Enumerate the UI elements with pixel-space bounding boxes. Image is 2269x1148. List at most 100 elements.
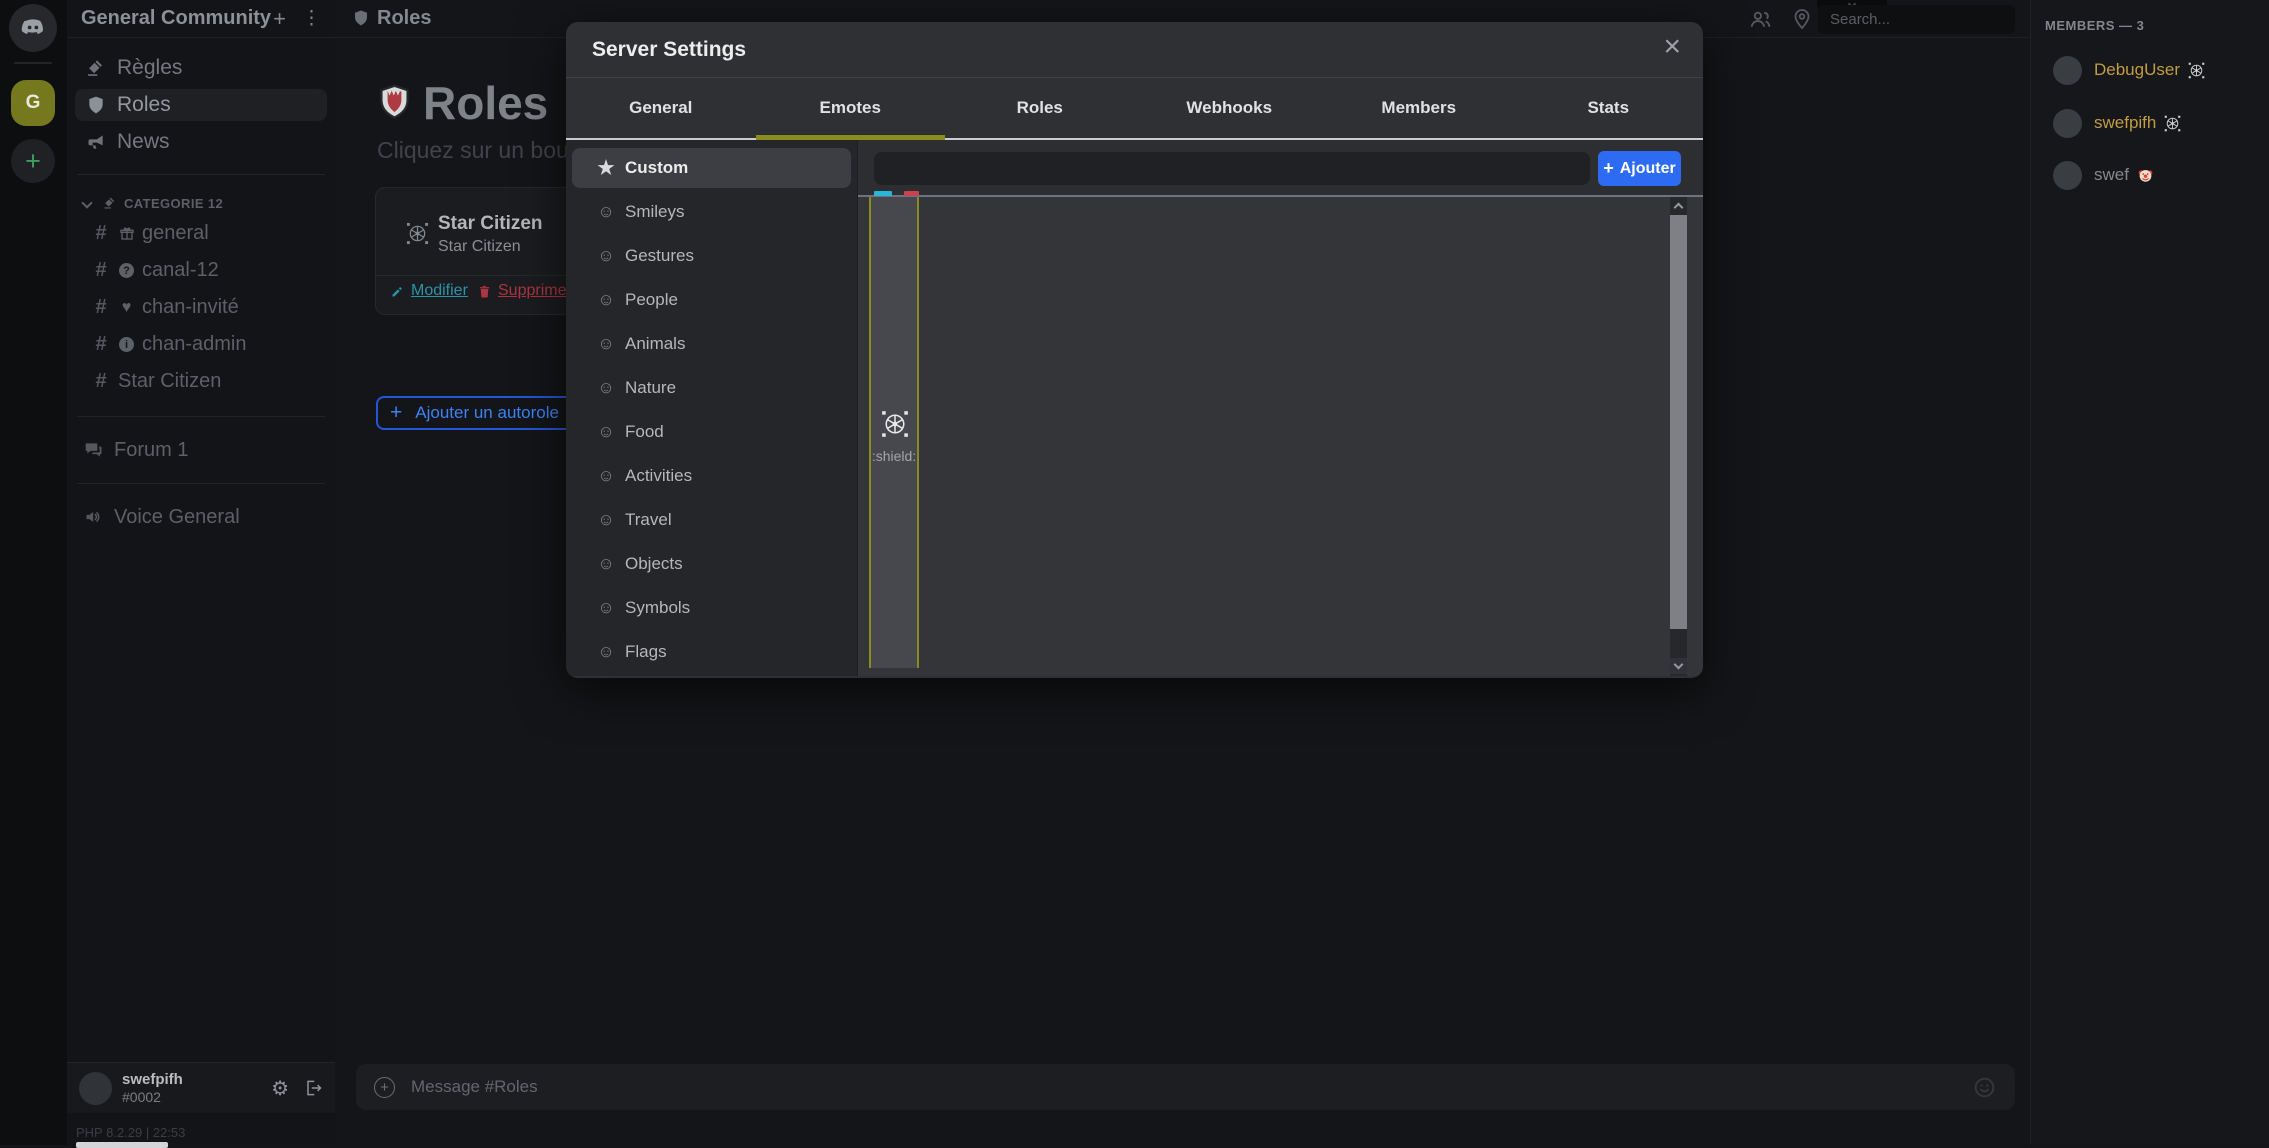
server-header[interactable]: General Community Test + ⋮	[67, 0, 335, 38]
channel-canal-12[interactable]: # ? canal-12	[67, 252, 335, 289]
card-title: Star Citizen	[438, 213, 543, 235]
category-gestures[interactable]: ☺ Gestures	[572, 236, 851, 276]
edit-fragment	[874, 191, 892, 196]
channel-voice-general[interactable]: Voice General	[67, 500, 335, 534]
category-symbols[interactable]: ☺ Symbols	[572, 588, 851, 628]
server-menu-icon[interactable]: ⋮	[302, 7, 321, 30]
scroll-down-icon[interactable]	[1670, 658, 1687, 674]
emoji-picker-icon[interactable]	[1972, 1075, 1997, 1100]
channel-chan-admin[interactable]: # i chan-admin	[67, 326, 335, 363]
emote-search-input[interactable]	[874, 152, 1590, 185]
category-categorie-12[interactable]: CATEGORIE 12	[67, 191, 335, 215]
emote-grid: :shield:	[858, 197, 1703, 676]
broken-image-icon	[881, 410, 909, 438]
category-custom[interactable]: ★ Custom	[572, 148, 851, 188]
version-status: PHP 8.2.29 | 22:53	[76, 1125, 185, 1140]
add-emote-button[interactable]: + Ajouter	[1598, 151, 1681, 186]
pin-icon[interactable]	[1790, 7, 1814, 31]
tab-stats[interactable]: Stats	[1514, 78, 1704, 138]
category-travel[interactable]: ☺ Travel	[572, 500, 851, 540]
category-label: Objects	[625, 554, 683, 574]
sidebar-item-roles[interactable]: Roles	[75, 89, 327, 121]
tab-emotes[interactable]: Emotes	[756, 78, 946, 138]
category-label: Custom	[625, 158, 688, 178]
smiley-icon: ☺	[594, 422, 618, 442]
attach-icon[interactable]: +	[374, 1077, 395, 1098]
server-add-icon[interactable]: +	[273, 6, 286, 32]
sidebar-item-label: Règles	[117, 56, 182, 80]
sidebar-divider	[77, 174, 325, 175]
gear-icon[interactable]: ⚙	[271, 1076, 289, 1101]
home-button[interactable]	[9, 4, 57, 52]
category-label: Travel	[625, 510, 672, 530]
category-objects[interactable]: ☺ Objects	[572, 544, 851, 584]
plus-icon: +	[1603, 158, 1614, 179]
category-smileys[interactable]: ☺ Smileys	[572, 192, 851, 232]
tab-webhooks[interactable]: Webhooks	[1135, 78, 1325, 138]
channel-sidebar: General Community Test + ⋮ Règles Roles …	[67, 0, 335, 1145]
category-food[interactable]: ☺ Food	[572, 412, 851, 452]
edit-label: Modifier	[411, 282, 468, 300]
avatar	[2053, 109, 2082, 138]
close-icon[interactable]: ×	[1663, 32, 1681, 62]
channel-name: general	[142, 222, 209, 245]
user-panel: swefpifh #0002 ⚙	[67, 1062, 335, 1113]
sidebar-item-regles[interactable]: Règles	[75, 52, 327, 84]
category-animals[interactable]: ☺ Animals	[572, 324, 851, 364]
hash-icon: #	[92, 370, 110, 393]
tab-general[interactable]: General	[566, 78, 756, 138]
megaphone-icon	[85, 131, 107, 153]
status-bar-fragment	[76, 1142, 168, 1148]
category-people[interactable]: ☺ People	[572, 280, 851, 320]
edit-button[interactable]: Modifier	[390, 282, 468, 300]
category-label: Animals	[625, 334, 685, 354]
channel-title: Roles	[377, 7, 431, 30]
member-row[interactable]: swefpifh	[2031, 105, 2269, 141]
tab-members[interactable]: Members	[1324, 78, 1514, 138]
hash-icon: #	[92, 333, 110, 356]
channel-chan-invite[interactable]: # ♥ chan-invité	[67, 289, 335, 326]
info-circle-icon: i	[118, 336, 135, 353]
category-label: Nature	[625, 378, 676, 398]
scroll-up-icon[interactable]	[1670, 199, 1687, 215]
add-server-button[interactable]: +	[11, 139, 55, 183]
emote-cell-shield[interactable]: :shield:	[869, 197, 919, 668]
search-input[interactable]	[1818, 5, 2015, 34]
channel-forum-1[interactable]: Forum 1	[67, 433, 335, 467]
tab-roles[interactable]: Roles	[945, 78, 1135, 138]
add-autorole-label: Ajouter un autorole	[415, 403, 559, 423]
delete-button[interactable]: Supprimer	[477, 282, 572, 300]
rail-divider	[14, 62, 52, 64]
speaker-icon	[83, 506, 105, 528]
page-title-row: Roles	[378, 76, 548, 130]
sidebar-item-news[interactable]: News	[75, 126, 327, 158]
shield-icon	[352, 9, 370, 27]
channel-general[interactable]: # general	[67, 215, 335, 252]
category-activities[interactable]: ☺ Activities	[572, 456, 851, 496]
channel-star-citizen[interactable]: # Star Citizen	[67, 363, 335, 400]
smiley-icon: ☺	[594, 466, 618, 486]
smiley-icon: ☺	[594, 378, 618, 398]
member-row[interactable]: swef	[2031, 157, 2269, 193]
server-badge[interactable]: G	[11, 80, 55, 126]
smiley-icon: ☺	[594, 510, 618, 530]
scrollbar[interactable]	[1670, 197, 1687, 676]
category-label: Gestures	[625, 246, 694, 266]
scrollbar-thumb[interactable]	[1670, 215, 1687, 629]
forum-icon	[83, 439, 105, 461]
message-placeholder: Message #Roles	[411, 1077, 538, 1097]
add-autorole-button[interactable]: + Ajouter un autorole	[376, 396, 595, 430]
smiley-icon: ☺	[594, 554, 618, 574]
category-nature[interactable]: ☺ Nature	[572, 368, 851, 408]
members-toggle-icon[interactable]	[1748, 7, 1773, 32]
chevron-down-icon	[81, 197, 92, 208]
emote-panel: + Ajouter :shield:	[858, 140, 1703, 676]
message-input[interactable]: + Message #Roles	[356, 1064, 2015, 1110]
category-flags[interactable]: ☺ Flags	[572, 632, 851, 672]
sidebar-divider	[77, 416, 325, 417]
gavel-icon	[85, 57, 107, 79]
pencil-icon	[390, 284, 405, 299]
category-label: Activities	[625, 466, 692, 486]
member-row[interactable]: DebugUser	[2031, 52, 2269, 88]
logout-icon[interactable]	[303, 1078, 323, 1098]
